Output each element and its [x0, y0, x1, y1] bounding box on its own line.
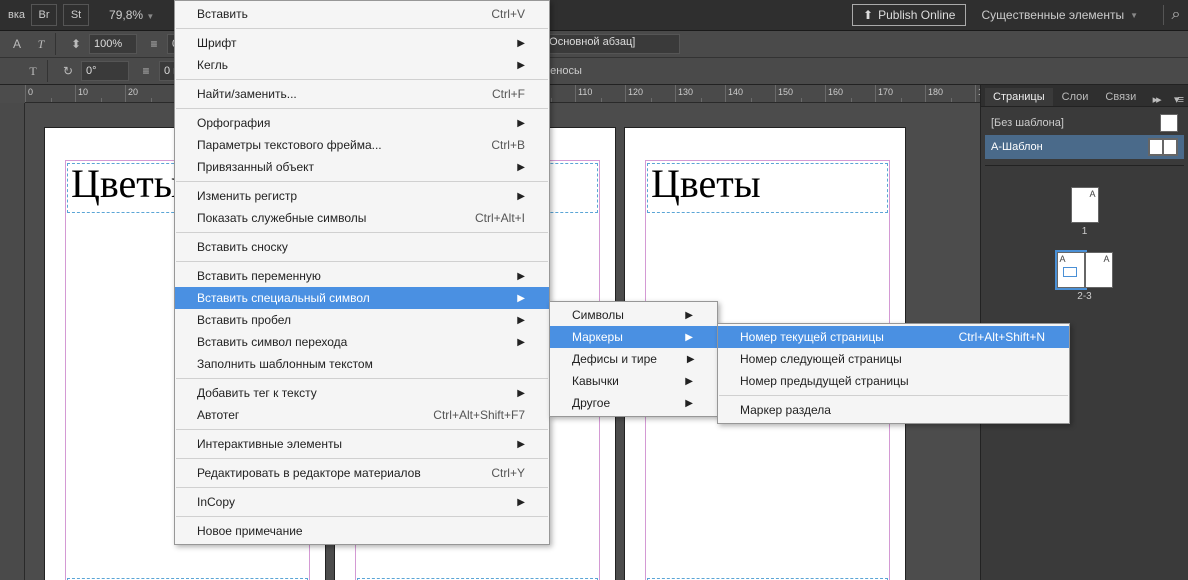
menu-item[interactable]: Добавить тег к тексту▶	[175, 382, 549, 404]
tab-layers[interactable]: Слои	[1054, 88, 1097, 106]
menu-item[interactable]: Найти/заменить...Ctrl+F	[175, 83, 549, 105]
workspace-dropdown[interactable]: Существенные элементы▼	[981, 8, 1138, 22]
menu-item[interactable]: Маркер раздела	[718, 399, 1069, 421]
publish-online-button[interactable]: ⬆ Publish Online	[852, 4, 966, 26]
bridge-icon[interactable]: Br	[31, 4, 57, 26]
stock-icon[interactable]: St	[63, 4, 89, 26]
indent-left-icon: ≡	[145, 35, 163, 53]
menu-item[interactable]: Шрифт▶	[175, 32, 549, 54]
menu-item[interactable]: Показать служебные символыCtrl+Alt+I	[175, 207, 549, 229]
type-tool-icon-2[interactable]: T	[24, 62, 42, 80]
menu-item[interactable]: Заполнить шаблонным текстом	[175, 353, 549, 375]
context-submenu-markers: Номер текущей страницыCtrl+Alt+Shift+NНо…	[717, 323, 1070, 424]
zoom-level[interactable]: 79,8% ▼	[109, 8, 154, 22]
context-submenu-special: Символы▶Маркеры▶Дефисы и тире▶Кавычки▶Др…	[549, 301, 718, 417]
panel-menu-icon[interactable]: ▾≡	[1168, 93, 1188, 106]
menu-item[interactable]: Вставить сноску	[175, 236, 549, 258]
menu-item[interactable]: Другое▶	[550, 392, 717, 414]
menu-item[interactable]: ВставитьCtrl+V	[175, 3, 549, 25]
master-a[interactable]: А-Шаблон	[985, 135, 1184, 159]
vertical-ruler	[0, 103, 25, 580]
menu-item[interactable]: Параметры текстового фрейма...Ctrl+B	[175, 134, 549, 156]
context-menu-main: ВставитьCtrl+V Шрифт▶Кегль▶ Найти/заменить…	[174, 0, 550, 545]
spread-1-label: 1	[1082, 226, 1088, 237]
pages-panel-body: [Без шаблона] А-Шаблон A 1 A A 2-3	[981, 107, 1188, 306]
menu-item[interactable]: Номер текущей страницыCtrl+Alt+Shift+N	[718, 326, 1069, 348]
angle-input[interactable]	[81, 61, 129, 81]
tab-links[interactable]: Связи	[1097, 88, 1144, 106]
page-title-right: Цветы	[648, 164, 887, 204]
menu-item[interactable]: Орфография▶	[175, 112, 549, 134]
scale-input[interactable]	[89, 34, 137, 54]
type-tool-icon[interactable]: T	[32, 35, 50, 53]
scale-icon: ⬍	[67, 35, 85, 53]
menu-item[interactable]: Дефисы и тире▶	[550, 348, 717, 370]
menu-item[interactable]: InCopy▶	[175, 491, 549, 513]
menu-item[interactable]: Символы▶	[550, 304, 717, 326]
menu-item[interactable]: Номер следующей страницы	[718, 348, 1069, 370]
menu-item[interactable]: Номер предыдущей страницы	[718, 370, 1069, 392]
menu-item[interactable]: Вставить символ перехода▶	[175, 331, 549, 353]
char-format-icon[interactable]: A	[8, 35, 26, 53]
spread-2-3-label: 2-3	[1077, 291, 1091, 302]
upload-icon: ⬆	[863, 8, 873, 22]
search-icon[interactable]: ⌕	[1163, 5, 1188, 25]
menu-item[interactable]: Интерактивные элементы▶	[175, 433, 549, 455]
para-style-dropdown[interactable]: [Основной абзац]	[540, 34, 680, 54]
menu-item[interactable]: Маркеры▶	[550, 326, 717, 348]
menu-item[interactable]: Редактировать в редакторе материаловCtrl…	[175, 462, 549, 484]
menu-truncated: вка	[8, 9, 25, 21]
rotate-icon: ↻	[59, 62, 77, 80]
master-none[interactable]: [Без шаблона]	[985, 111, 1184, 135]
panel-tabs: Страницы Слои Связи ▸▸ ▾≡	[981, 85, 1188, 107]
menu-item[interactable]: Изменить регистр▶	[175, 185, 549, 207]
spread-2-3[interactable]: A A 2-3	[1057, 252, 1113, 302]
menu-item[interactable]: Новое примечание	[175, 520, 549, 542]
menu-item[interactable]: Вставить специальный символ▶	[175, 287, 549, 309]
menu-item[interactable]: Кавычки▶	[550, 370, 717, 392]
panel-collapse-icon[interactable]: ▸▸	[1147, 93, 1166, 106]
menu-item[interactable]: Привязанный объект▶	[175, 156, 549, 178]
menu-item[interactable]: Кегль▶	[175, 54, 549, 76]
spread-1[interactable]: A 1	[1071, 187, 1099, 237]
menu-item[interactable]: АвтотегCtrl+Alt+Shift+F7	[175, 404, 549, 426]
tab-pages[interactable]: Страницы	[985, 88, 1053, 106]
indent-right-icon: ≡	[137, 62, 155, 80]
menu-item[interactable]: Вставить пробел▶	[175, 309, 549, 331]
menu-item[interactable]: Вставить переменную▶	[175, 265, 549, 287]
